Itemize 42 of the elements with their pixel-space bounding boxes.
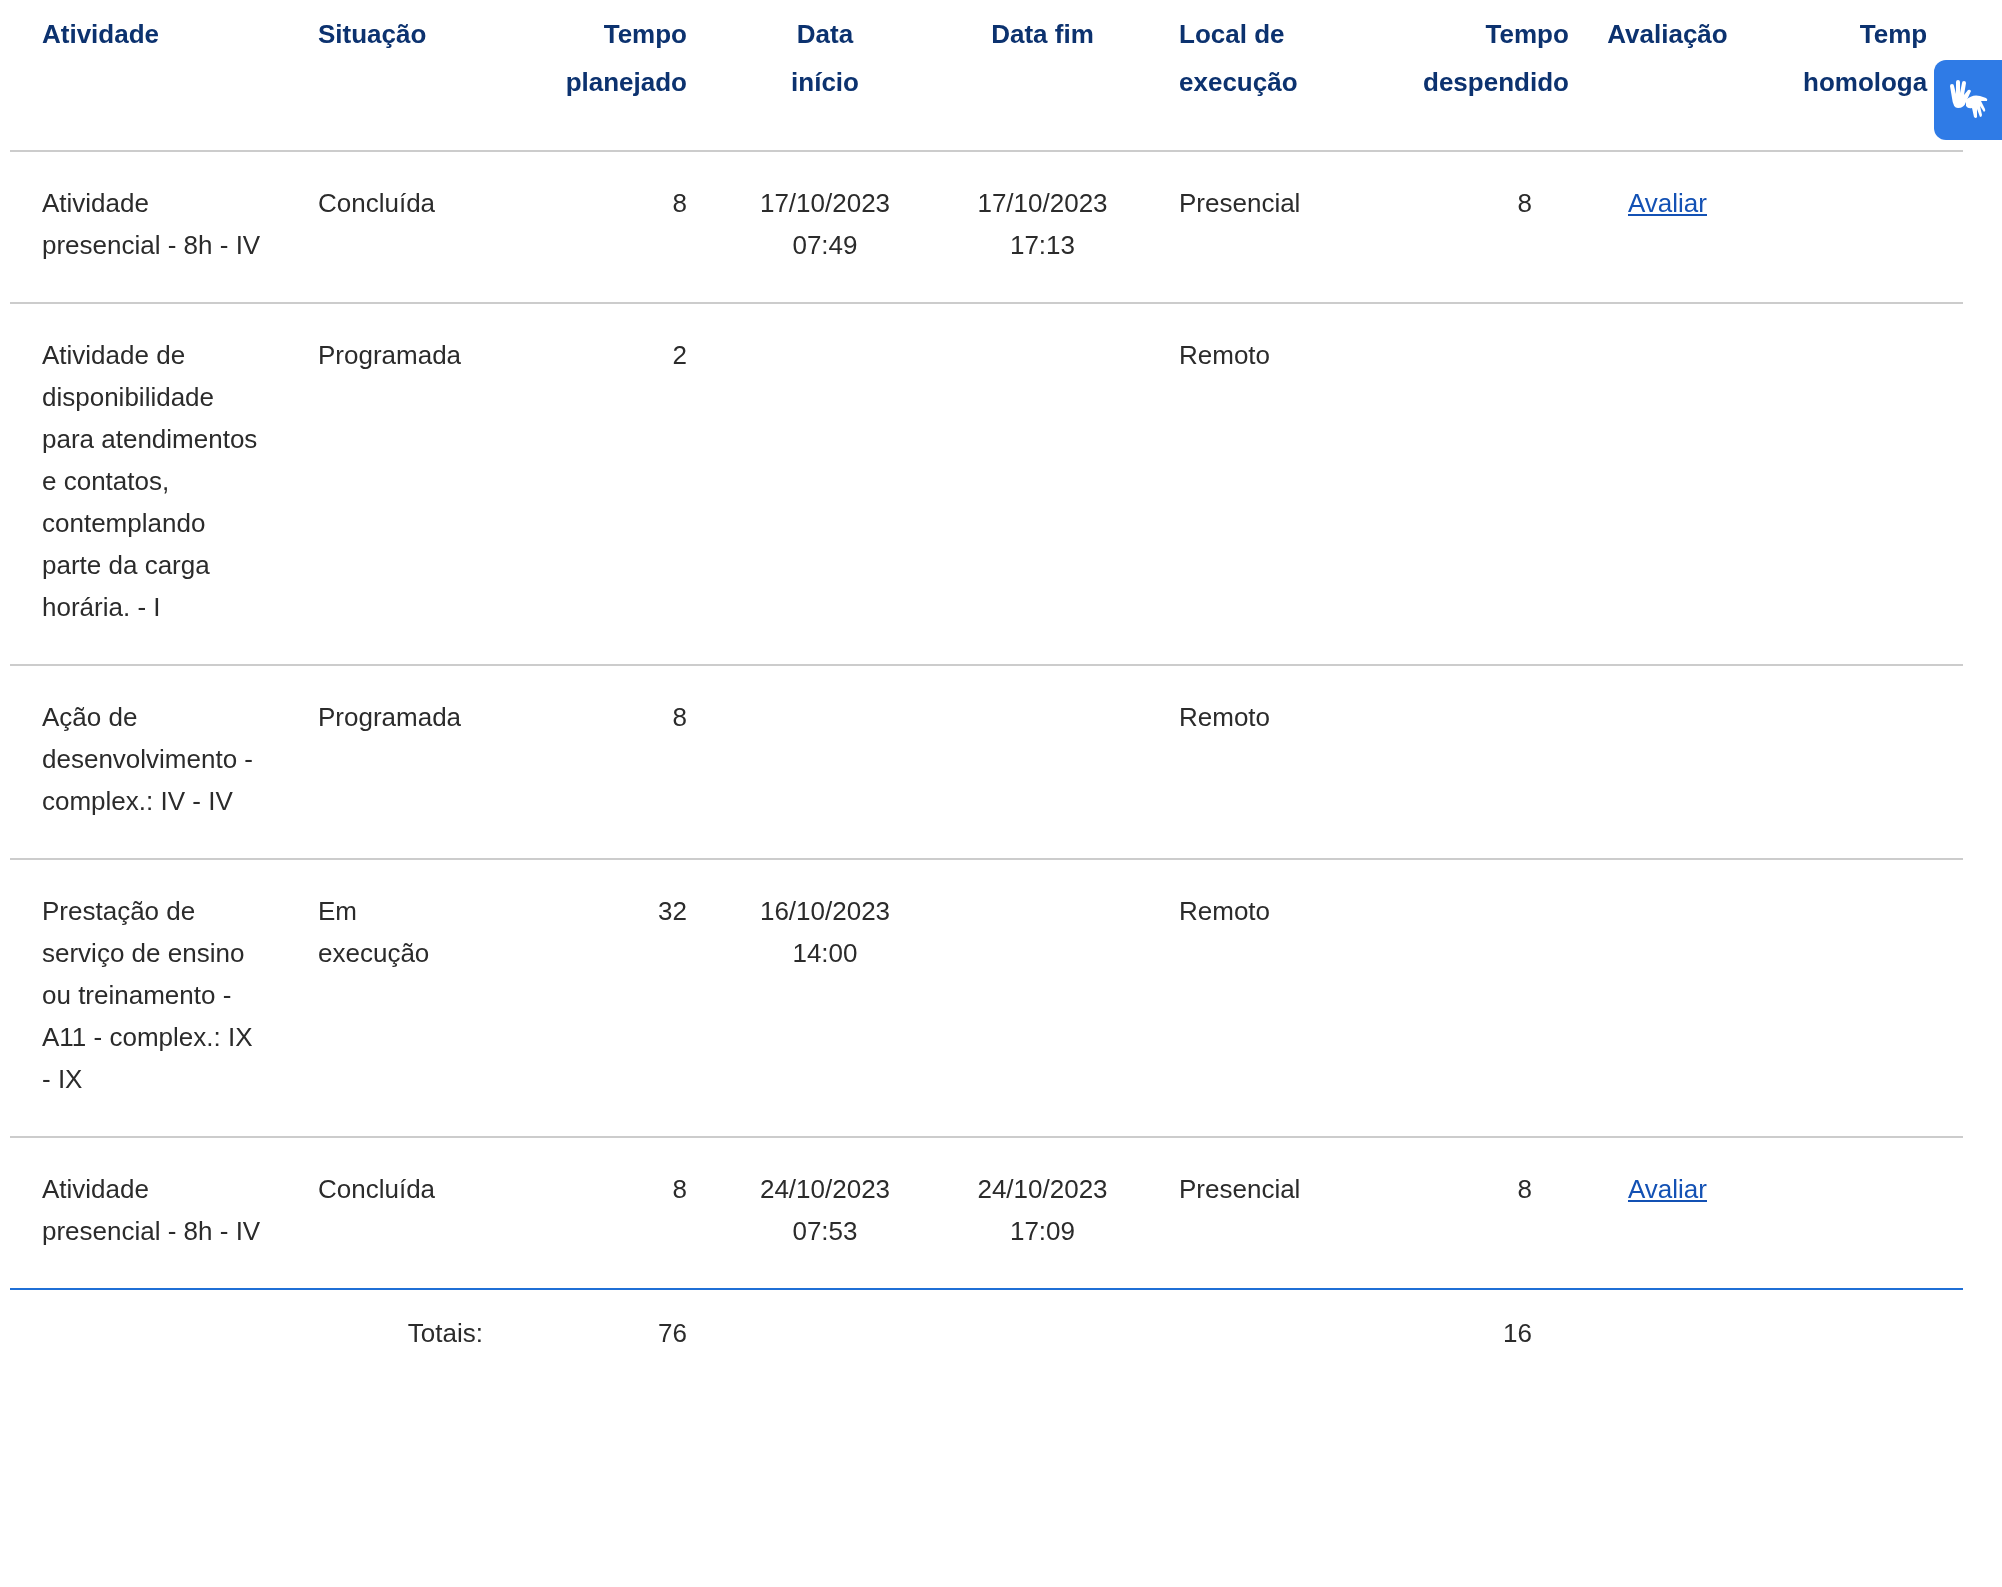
column-header: Tempo despendido bbox=[1423, 18, 1569, 99]
table-cell: Presencial bbox=[1179, 188, 1301, 218]
column-header: Local de execução bbox=[1179, 18, 1299, 99]
column-header: Data início bbox=[790, 18, 860, 99]
table-cell-text: 16/10/2023 14:00 bbox=[758, 895, 892, 970]
table-cell: 32 bbox=[658, 896, 687, 926]
table-cell-text: Atividade presencial - 8h - IV bbox=[42, 1173, 262, 1248]
table-cell-text: Programada bbox=[318, 339, 462, 372]
table-cell-text: 24/10/2023 17:09 bbox=[976, 1173, 1109, 1248]
table-cell-text: Programada bbox=[318, 701, 462, 734]
table-cell: 8 bbox=[1517, 1174, 1532, 1204]
column-header: Avaliação bbox=[1607, 18, 1728, 51]
table-cell-text: Ação de desenvolvimento - complex.: IV - IV bbox=[42, 701, 254, 818]
table-cell-text: 17/10/2023 07:49 bbox=[758, 187, 892, 262]
table-cell-text: Concluída bbox=[318, 187, 436, 220]
column-header: Situação bbox=[318, 18, 427, 51]
table-cell-text: Atividade de disponibilidade para atendimentos e contatos, contemplando parte da carga horária. - I bbox=[42, 339, 259, 624]
table-cell-text: Concluída bbox=[318, 1173, 436, 1206]
evaluate-link[interactable]: Avaliar bbox=[1628, 1174, 1707, 1204]
sign-language-button[interactable] bbox=[1934, 60, 2002, 140]
column-header: Temp homologa bbox=[1803, 18, 1928, 99]
table-cell: Remoto bbox=[1179, 896, 1271, 926]
table-cell-text: 24/10/2023 07:53 bbox=[758, 1173, 892, 1248]
table-cell: 8 bbox=[672, 702, 687, 732]
column-header: Data fim bbox=[991, 18, 1094, 51]
table-cell: 8 bbox=[672, 1174, 687, 1204]
table-cell: 2 bbox=[672, 340, 687, 370]
table-cell: 8 bbox=[672, 188, 687, 218]
table-cell: Remoto bbox=[1179, 702, 1271, 732]
column-header: Atividade bbox=[42, 18, 160, 51]
evaluate-link[interactable]: Avaliar bbox=[1628, 188, 1707, 218]
table-cell: Presencial bbox=[1179, 1174, 1301, 1204]
total-value: 76 bbox=[658, 1318, 687, 1348]
table-cell-text: Atividade presencial - 8h - IV bbox=[42, 187, 262, 262]
table-cell-text: Em execução bbox=[318, 895, 431, 970]
table-cell: 8 bbox=[1517, 188, 1532, 218]
column-header: Tempo planejado bbox=[564, 18, 687, 99]
table-cell-text: Prestação de serviço de ensino ou treinamento - A11 - complex.: IX - IX bbox=[42, 895, 254, 1096]
table-cell: Remoto bbox=[1179, 340, 1271, 370]
total-value: 16 bbox=[1503, 1318, 1532, 1348]
totals-label: Totais: bbox=[407, 1317, 483, 1350]
table-cell-text: 17/10/2023 17:13 bbox=[976, 187, 1109, 262]
